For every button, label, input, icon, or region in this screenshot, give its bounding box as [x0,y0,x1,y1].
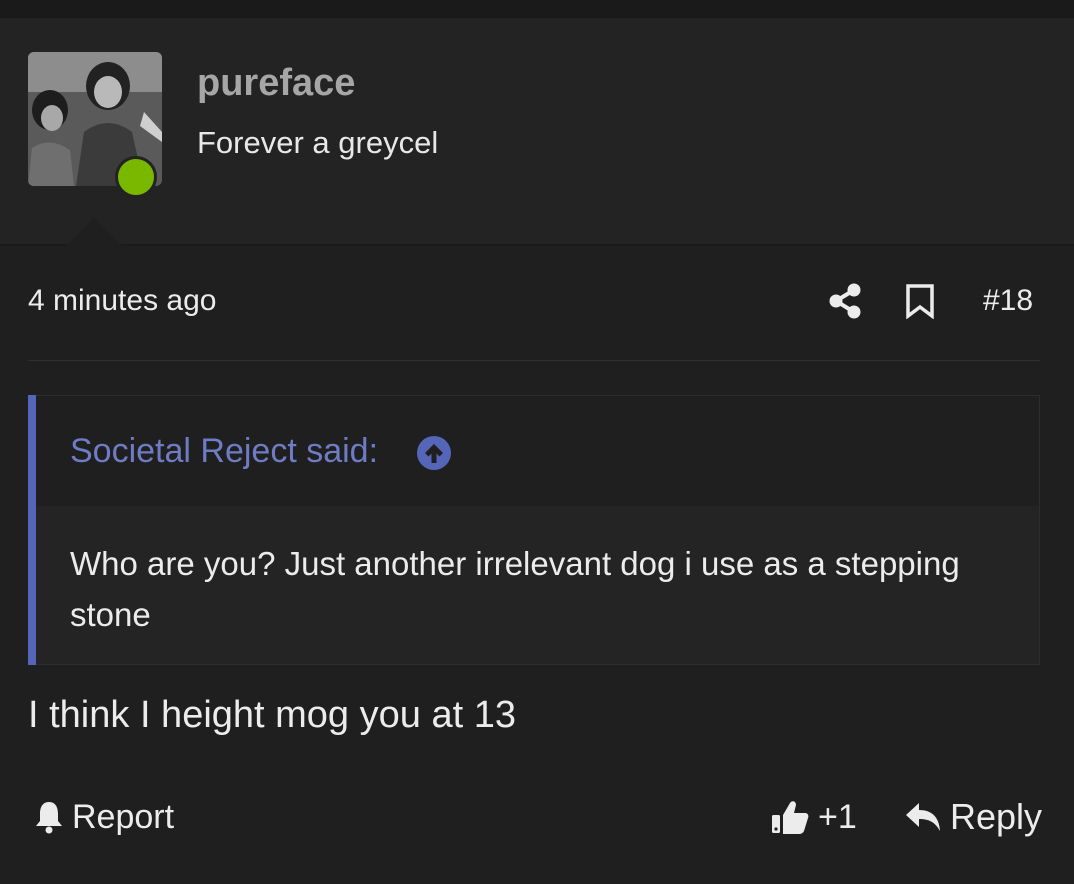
reply-label: Reply [950,796,1043,837]
reaction-count: +1 [818,797,857,836]
reply-arrow-icon [906,803,940,831]
report-button[interactable]: Report [34,795,174,839]
arrow-up-circle-icon [417,436,451,470]
post-message: I think I height mog you at 13 [28,694,516,736]
share-button[interactable] [828,283,862,319]
top-band [0,0,1074,18]
bookmark-button[interactable] [904,283,936,320]
share-icon [829,283,861,319]
meta-divider [28,360,1040,361]
quote-jump-button[interactable] [416,435,452,471]
user-title: Forever a greycel [197,125,439,160]
header-pointer [66,218,122,246]
thumbs-up-icon [772,801,809,834]
bookmark-icon [906,284,934,320]
quote-author[interactable]: Societal Reject said: [70,432,378,471]
like-button[interactable]: +1 [770,795,857,839]
username[interactable]: pureface [197,62,355,105]
post-timestamp[interactable]: 4 minutes ago [28,284,216,318]
online-indicator [115,156,157,198]
quote-accent-bar [28,395,36,665]
report-label: Report [72,797,175,836]
bell-icon [36,802,62,834]
quote-text: Who are you? Just another irrelevant dog… [70,545,960,633]
reply-button[interactable]: Reply [904,795,1042,839]
post-number[interactable]: #18 [983,284,1033,318]
